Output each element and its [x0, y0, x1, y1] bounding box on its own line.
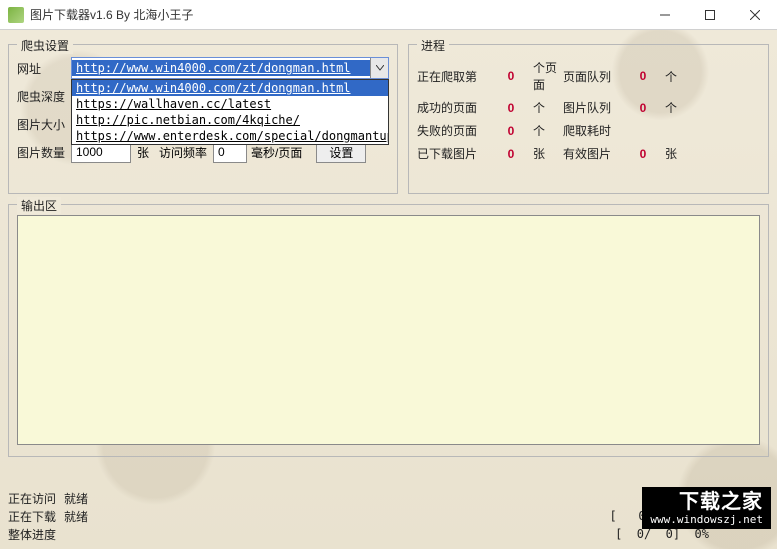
pg-label: 有效图片 [563, 145, 621, 162]
output-legend: 输出区 [17, 197, 61, 214]
close-button[interactable] [732, 0, 777, 30]
pg-label: 正在爬取第 [417, 68, 489, 85]
url-option[interactable]: https://wallhaven.cc/latest [72, 96, 388, 112]
url-combobox[interactable]: http://www.win4000.com/zt/dongman.html [71, 57, 389, 79]
minimize-icon [660, 10, 670, 20]
pg-value: 0 [489, 147, 533, 161]
pg-label: 页面队列 [563, 68, 621, 85]
window-title: 图片下载器v1.6 By 北海小王子 [30, 6, 193, 23]
status-overall-label: 整体进度 [8, 526, 64, 543]
count-unit: 张 [137, 144, 149, 161]
count-label: 图片数量 [17, 144, 71, 161]
maximize-icon [705, 10, 715, 20]
status-download-value: 就绪 [64, 508, 610, 525]
crawler-settings-group: 爬虫设置 网址 http://www.win4000.com/zt/dongma… [8, 44, 398, 194]
pg-value: 0 [489, 101, 533, 115]
pg-label: 爬取耗时 [563, 122, 621, 139]
chevron-down-icon[interactable] [370, 58, 388, 78]
watermark: 下载之家 www.windowszj.net [642, 487, 771, 529]
url-option[interactable]: https://www.enterdesk.com/special/dongma… [72, 128, 388, 144]
pg-label: 失败的页面 [417, 122, 489, 139]
pg-unit: 个 [665, 68, 689, 85]
progress-group: 进程 正在爬取第 0 个页面 页面队列 0 个 成功的页面 0 个 图片队列 0… [408, 44, 769, 194]
pg-label: 已下载图片 [417, 145, 489, 162]
url-dropdown-list[interactable]: http://www.win4000.com/zt/dongman.html h… [71, 79, 389, 145]
maximize-button[interactable] [687, 0, 732, 30]
status-visit-label: 正在访问 [8, 490, 64, 507]
pg-unit: 个页面 [533, 59, 563, 93]
minimize-button[interactable] [642, 0, 687, 30]
url-label: 网址 [17, 60, 71, 77]
output-textarea[interactable] [17, 215, 760, 445]
crawler-legend: 爬虫设置 [17, 37, 73, 54]
watermark-url: www.windowszj.net [650, 514, 763, 527]
pg-value: 0 [489, 69, 533, 83]
pg-value: 0 [621, 101, 665, 115]
pg-label: 成功的页面 [417, 99, 489, 116]
status-download-label: 正在下载 [8, 508, 64, 525]
app-icon [8, 7, 24, 23]
freq-unit: 毫秒/页面 [251, 144, 302, 161]
close-icon [750, 10, 760, 20]
depth-label: 爬虫深度 [17, 88, 71, 105]
pg-unit: 张 [533, 145, 563, 162]
pg-unit: 个 [665, 99, 689, 116]
url-selected-value: http://www.win4000.com/zt/dongman.html [72, 60, 370, 76]
watermark-title: 下载之家 [650, 491, 763, 514]
url-option[interactable]: http://pic.netbian.com/4kqiche/ [72, 112, 388, 128]
progress-legend: 进程 [417, 37, 449, 54]
status-overall-metric: [ 0/ 0] 0% [615, 527, 709, 541]
pg-value: 0 [489, 124, 533, 138]
output-group: 输出区 [8, 204, 769, 457]
pg-unit: 张 [665, 145, 689, 162]
url-option[interactable]: http://www.win4000.com/zt/dongman.html [72, 80, 388, 96]
size-label: 图片大小 [17, 116, 71, 133]
freq-label: 访问频率 [159, 144, 207, 161]
pg-unit: 个 [533, 99, 563, 116]
pg-value: 0 [621, 69, 665, 83]
pg-unit: 个 [533, 122, 563, 139]
pg-label: 图片队列 [563, 99, 621, 116]
pg-value: 0 [621, 147, 665, 161]
